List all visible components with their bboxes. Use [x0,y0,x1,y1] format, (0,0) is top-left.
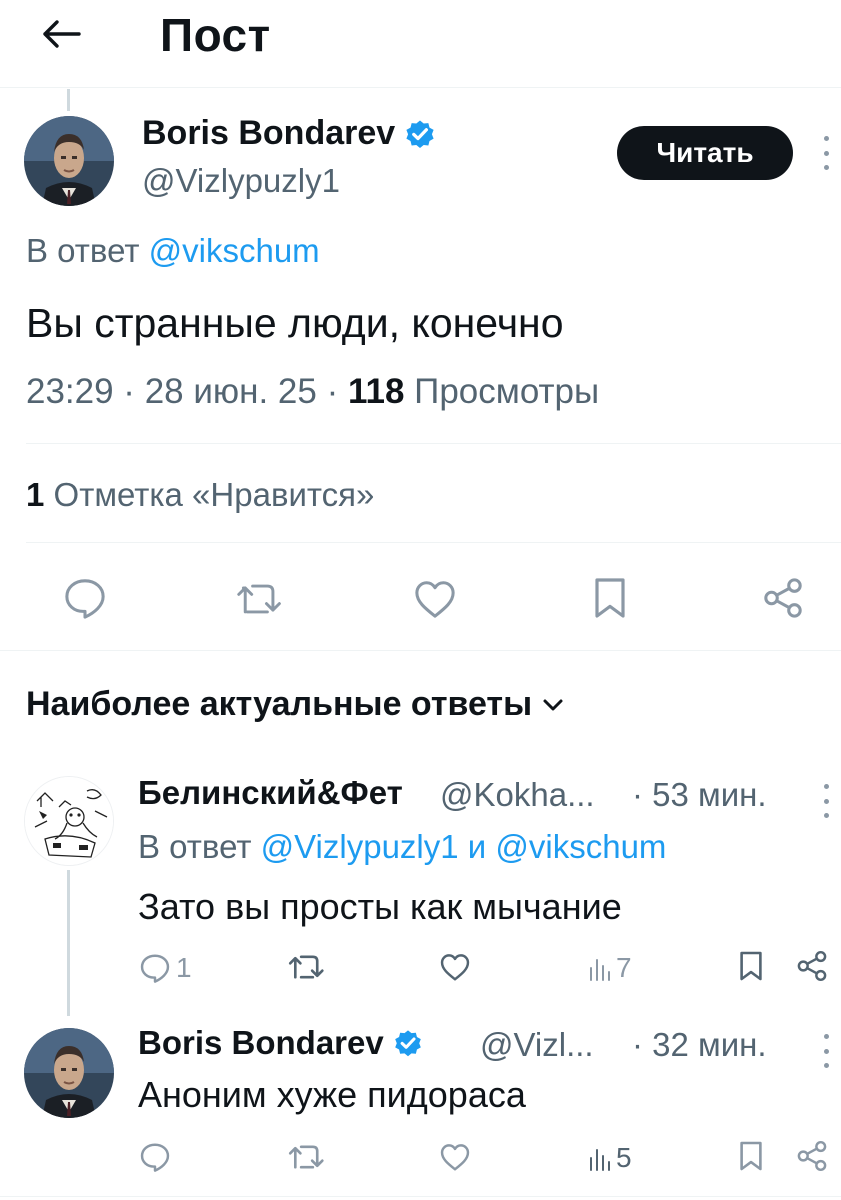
share-button[interactable] [796,1140,828,1172]
more-options-icon[interactable] [819,136,833,170]
author-name[interactable]: Boris Bondarev [142,114,437,153]
likes-summary[interactable]: 1 Отметка «Нравится» [26,476,374,514]
reply-button[interactable]: 1 [138,952,192,984]
bookmark-button[interactable] [592,576,628,620]
divider [0,650,841,651]
divider [26,443,841,444]
reply-author-handle[interactable]: @Kokha... [440,776,595,814]
subscribe-button[interactable]: Читать [617,126,793,180]
reply-to-link[interactable]: @Vizlypuzly1 и @vikschum [261,828,667,865]
analytics-icon [590,1149,610,1171]
repost-icon [237,584,281,614]
repost-button[interactable] [288,1142,326,1172]
more-options-icon[interactable] [819,784,833,818]
share-icon [797,950,827,982]
views-button[interactable]: 7 [588,952,632,984]
more-options-icon[interactable] [819,1034,833,1068]
reply-to-link[interactable]: @vikschum [149,232,320,269]
thread-line [67,870,70,1016]
repost-icon [288,1145,324,1169]
bookmark-button[interactable] [738,1140,764,1172]
thread-line [67,89,70,111]
divider [26,542,841,543]
sort-label: Наиболее актуальные ответы [26,685,533,723]
reply-time[interactable]: · 53 мин. [632,776,767,814]
post-timestamp[interactable]: 23:29 · 28 июн. 25 · [26,372,338,411]
share-icon [764,578,802,618]
page-title: Пост [160,9,271,61]
heart-icon [415,581,455,618]
arrow-left-icon [43,20,81,48]
reply-count: 1 [176,952,192,983]
reply-icon [140,954,170,983]
views-label: Просмотры [414,372,600,411]
reply-context: В ответ @Vizlypuzly1 и @vikschum [138,828,667,865]
verified-badge-icon [406,120,434,148]
views-count: 118 [347,372,405,411]
analytics-icon [590,959,610,981]
share-button[interactable] [762,577,804,619]
chevron-down-icon [543,699,563,710]
author-handle[interactable]: @Vizlypuzly1 [142,162,340,200]
repost-button[interactable] [236,580,284,618]
heart-icon [440,954,470,981]
heart-icon [440,1144,470,1171]
bookmark-icon [740,951,762,981]
like-button[interactable] [438,952,472,982]
top-bar: Пост [0,0,841,88]
likes-label: Отметка «Нравится» [53,476,375,513]
like-button[interactable] [412,578,458,620]
share-button[interactable] [796,950,828,982]
reply-icon [65,579,105,619]
reply-context: В ответ @vikschum [26,232,320,269]
reply-text: Аноним хуже пидораса [138,1074,526,1115]
reply-author-handle[interactable]: @Vizl... [480,1026,594,1064]
verified-badge-icon [394,1030,421,1057]
reply-time[interactable]: · 32 мин. [632,1026,767,1064]
post-meta: 23:29 · 28 июн. 25 · 118 Просмотры [26,372,599,412]
bookmark-button[interactable] [738,950,764,982]
bookmark-icon [595,578,625,618]
bookmark-icon [740,1141,762,1171]
repost-icon [288,955,324,979]
reply-author-name[interactable]: Boris Bondarev [138,1024,424,1062]
likes-count: 1 [26,476,45,513]
reply-text: Зато вы просты как мычание [138,886,622,927]
views-button[interactable]: 5 [588,1142,632,1174]
divider [0,1196,841,1197]
reply-icon [140,1143,170,1172]
like-button[interactable] [438,1142,472,1172]
share-icon [797,1140,827,1172]
replies-sort-dropdown[interactable]: Наиболее актуальные ответы [26,685,564,724]
avatar[interactable] [24,116,114,206]
post-text: Вы странные люди, конечно [26,300,564,346]
reply-button[interactable] [138,1142,172,1172]
views-count: 5 [616,1142,632,1173]
reply-author-name[interactable]: Белинский&Фет [138,774,403,812]
repost-button[interactable] [288,952,326,982]
reply-button[interactable] [62,577,108,619]
views-count: 7 [616,952,632,983]
avatar[interactable] [24,1028,114,1118]
avatar[interactable] [24,776,114,866]
back-button[interactable] [38,14,84,54]
